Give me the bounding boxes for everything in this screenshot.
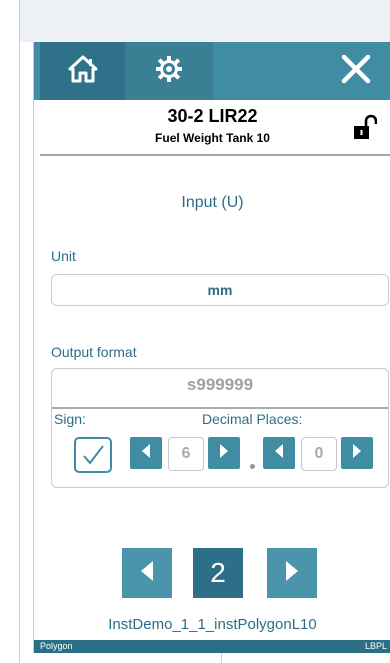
- output-format-value: s999999: [186, 375, 254, 394]
- input-label: Input (U): [181, 194, 244, 211]
- decimal-point-dot: [250, 464, 255, 469]
- settings-button[interactable]: [125, 42, 213, 100]
- decimal-digits-decrease-button[interactable]: [263, 437, 295, 469]
- chevron-right-icon: [283, 560, 301, 587]
- app-frame: 30-2 LIR22 Fuel Weight Tank 10 Input (U)…: [33, 42, 390, 653]
- current-page-number: 2: [193, 548, 243, 598]
- sign-label: Sign:: [54, 411, 86, 427]
- home-icon: [68, 55, 98, 88]
- page-header: 30-2 LIR22 Fuel Weight Tank 10: [34, 100, 390, 154]
- status-right-text: LBPL: [364, 641, 387, 651]
- left-margin: [0, 0, 20, 663]
- chevron-left-icon: [139, 443, 153, 464]
- bottom-divider: [221, 653, 222, 663]
- integer-digits-increase-button[interactable]: [208, 437, 240, 469]
- window-top-bar: [20, 0, 390, 42]
- integer-digits-decrease-button[interactable]: [130, 437, 162, 469]
- next-page-button[interactable]: [267, 548, 317, 598]
- output-format-panel: s999999 Sign: Decimal Places: 6 0: [51, 368, 389, 488]
- gear-icon: [155, 55, 183, 88]
- chevron-left-icon: [272, 443, 286, 464]
- decimal-places-label: Decimal Places:: [202, 411, 303, 427]
- decimal-digits-value[interactable]: 0: [301, 437, 337, 471]
- close-button[interactable]: [327, 42, 385, 100]
- instance-name: InstDemo_1_1_instPolygonL10: [108, 616, 317, 633]
- close-icon: [339, 52, 373, 91]
- integer-digits-value[interactable]: 6: [168, 437, 204, 471]
- bottom-strip: [20, 653, 390, 663]
- toolbar: [34, 42, 390, 100]
- lock-toggle[interactable]: [353, 114, 378, 145]
- page-title: 30-2 LIR22: [167, 106, 258, 126]
- chevron-right-icon: [217, 443, 231, 464]
- chevron-left-icon: [138, 560, 156, 587]
- format-divider: [52, 407, 388, 409]
- decimal-digits-increase-button[interactable]: [341, 437, 373, 469]
- unit-label: Unit: [51, 248, 76, 264]
- header-divider: [40, 154, 390, 156]
- checkmark-icon: [76, 445, 110, 475]
- home-button[interactable]: [40, 42, 125, 100]
- sign-checkbox[interactable]: [74, 437, 112, 473]
- status-bar: Polygon LBPL: [34, 640, 390, 653]
- output-format-label: Output format: [51, 344, 137, 360]
- status-left-text: Polygon: [40, 641, 73, 651]
- previous-page-button[interactable]: [122, 548, 172, 598]
- chevron-right-icon: [350, 443, 364, 464]
- page-subtitle: Fuel Weight Tank 10: [155, 131, 270, 145]
- unit-field[interactable]: mm: [51, 274, 389, 306]
- unlocked-padlock-icon: [353, 114, 378, 144]
